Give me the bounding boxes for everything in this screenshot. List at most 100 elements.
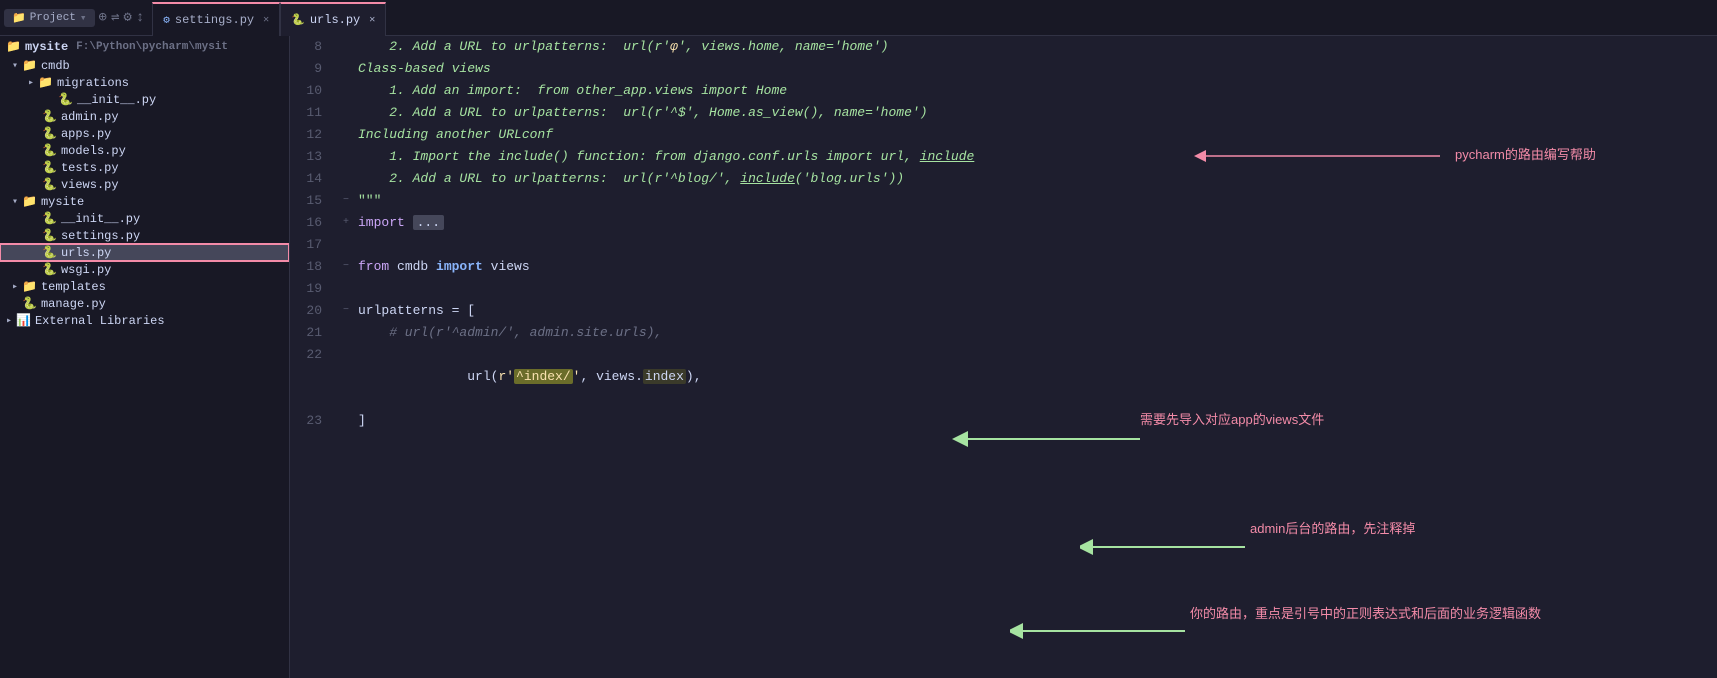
- toolbar-icon-1[interactable]: ⊕: [99, 9, 107, 26]
- toolbar-icon-3[interactable]: ⚙: [123, 9, 131, 26]
- fold-15[interactable]: −: [338, 190, 354, 212]
- code-line-23: 23 ]: [290, 410, 1717, 432]
- apps-file-icon: 🐍: [42, 126, 57, 141]
- tab-settings[interactable]: ⚙ settings.py ✕: [152, 2, 280, 36]
- init1-file-icon: 🐍: [58, 92, 73, 107]
- sidebar-item-manage[interactable]: 🐍 manage.py: [0, 295, 289, 312]
- tests-file-icon: 🐍: [42, 160, 57, 175]
- views-label: views.py: [61, 178, 119, 192]
- annotation-admin-comment: admin后台的路由，先注释掉: [1250, 518, 1415, 537]
- urls-file-label: urls.py: [61, 246, 111, 260]
- models-label: models.py: [61, 144, 126, 158]
- line-content-15: """: [354, 190, 1717, 212]
- code-line-20: 20 − urlpatterns = [: [290, 300, 1717, 322]
- init1-label: __init__.py: [77, 93, 156, 107]
- line-num-23: 23: [290, 410, 338, 432]
- line-content-18: from cmdb import views: [354, 256, 1717, 278]
- line-content-10: 1. Add an import: from other_app.views i…: [354, 80, 1717, 102]
- ext-libs-label: External Libraries: [35, 314, 165, 328]
- sidebar-item-apps[interactable]: 🐍 apps.py: [0, 125, 289, 142]
- code-editor[interactable]: 8 2. Add a URL to urlpatterns: url(r'φ',…: [290, 36, 1717, 678]
- templates-arrow-icon: ▸: [8, 281, 22, 293]
- line-num-16: 16: [290, 212, 338, 234]
- code-line-11: 11 2. Add a URL to urlpatterns: url(r'^$…: [290, 102, 1717, 124]
- line-content-8: 2. Add a URL to urlpatterns: url(r'φ', v…: [354, 36, 1717, 58]
- sidebar-item-models[interactable]: 🐍 models.py: [0, 142, 289, 159]
- sidebar-item-tests[interactable]: 🐍 tests.py: [0, 159, 289, 176]
- sidebar-item-migrations[interactable]: ▸ 📁 migrations: [0, 74, 289, 91]
- arrow-admin-comment: [1080, 532, 1255, 562]
- line-num-14: 14: [290, 168, 338, 190]
- sidebar-item-mysite-inner[interactable]: ▾ 📁 mysite: [0, 193, 289, 210]
- line-content-13: 1. Import the include() function: from d…: [354, 146, 1717, 168]
- project-icon: 📁: [12, 11, 26, 25]
- project-dropdown-icon: ▾: [80, 11, 87, 25]
- sidebar-item-init2[interactable]: 🐍 __init__.py: [0, 210, 289, 227]
- code-line-10: 10 1. Add an import: from other_app.view…: [290, 80, 1717, 102]
- line-num-11: 11: [290, 102, 338, 124]
- fold-18[interactable]: −: [338, 256, 354, 278]
- line-num-17: 17: [290, 234, 338, 256]
- sidebar-root: 📁 mysite F:\Python\pycharm\mysit: [0, 36, 289, 57]
- sidebar-item-ext-libs[interactable]: ▸ 📊 External Libraries: [0, 312, 289, 329]
- code-line-16: 16 + import ...: [290, 212, 1717, 234]
- line-content-23: ]: [354, 410, 1717, 432]
- line-content-19: [354, 278, 1717, 300]
- code-line-19: 19: [290, 278, 1717, 300]
- fold-20[interactable]: −: [338, 300, 354, 322]
- sidebar-item-templates[interactable]: ▸ 📁 templates: [0, 278, 289, 295]
- line-content-16: import ...: [354, 212, 1717, 234]
- sidebar-item-views[interactable]: 🐍 views.py: [0, 176, 289, 193]
- cmdb-folder-icon: 📁: [22, 58, 37, 73]
- project-tab[interactable]: 📁 Project ▾: [4, 9, 95, 27]
- line-num-9: 9: [290, 58, 338, 80]
- line-num-15: 15: [290, 190, 338, 212]
- code-line-15: 15 − """: [290, 190, 1717, 212]
- code-area: 8 2. Add a URL to urlpatterns: url(r'φ',…: [290, 36, 1717, 432]
- urls-tab-label: urls.py: [310, 13, 360, 27]
- line-content-22: url(r'^index/', views.index),: [354, 344, 1717, 410]
- line-num-19: 19: [290, 278, 338, 300]
- init2-label: __init__.py: [61, 212, 140, 226]
- line-content-14: 2. Add a URL to urlpatterns: url(r'^blog…: [354, 168, 1717, 190]
- toolbar-icon-2[interactable]: ⇌: [111, 9, 119, 26]
- sidebar-item-wsgi[interactable]: 🐍 wsgi.py: [0, 261, 289, 278]
- sidebar-item-cmdb[interactable]: ▾ 📁 cmdb: [0, 57, 289, 74]
- code-line-22: 22 url(r'^index/', views.index),: [290, 344, 1717, 410]
- code-line-21: 21 # url(r'^admin/', admin.site.urls),: [290, 322, 1717, 344]
- urls-close-icon[interactable]: ✕: [369, 14, 375, 26]
- sidebar: 📁 mysite F:\Python\pycharm\mysit ▾ 📁 cmd…: [0, 36, 290, 678]
- project-label: Project: [30, 12, 76, 24]
- line-num-18: 18: [290, 256, 338, 278]
- line-content-20: urlpatterns = [: [354, 300, 1717, 322]
- sidebar-item-urls-file[interactable]: 🐍 urls.py: [0, 244, 289, 261]
- ext-libs-icon: 📊: [16, 313, 31, 328]
- models-file-icon: 🐍: [42, 143, 57, 158]
- toolbar-icon-4[interactable]: ↕: [136, 10, 144, 26]
- sidebar-item-settings-file[interactable]: 🐍 settings.py: [0, 227, 289, 244]
- mysite-inner-folder-icon: 📁: [22, 194, 37, 209]
- admin-label: admin.py: [61, 110, 119, 124]
- templates-folder-icon: 📁: [22, 279, 37, 294]
- tab-urls[interactable]: 🐍 urls.py ✕: [280, 2, 386, 36]
- code-line-9: 9 Class-based views: [290, 58, 1717, 80]
- settings-file-tree-icon: 🐍: [42, 228, 57, 243]
- file-tree: ▾ 📁 cmdb ▸ 📁 migrations 🐍 __init__.py 🐍: [0, 57, 289, 329]
- sidebar-item-init1[interactable]: 🐍 __init__.py: [0, 91, 289, 108]
- line-num-22: 22: [290, 344, 338, 366]
- manage-label: manage.py: [41, 297, 106, 311]
- main-area: 📁 mysite F:\Python\pycharm\mysit ▾ 📁 cmd…: [0, 36, 1717, 678]
- line-num-12: 12: [290, 124, 338, 146]
- fold-16[interactable]: +: [338, 212, 354, 234]
- code-line-8: 8 2. Add a URL to urlpatterns: url(r'φ',…: [290, 36, 1717, 58]
- settings-close-icon[interactable]: ✕: [263, 14, 269, 26]
- line-num-10: 10: [290, 80, 338, 102]
- urls-file-icon: 🐍: [291, 13, 305, 27]
- urls-file-tree-icon: 🐍: [42, 245, 57, 260]
- ext-libs-arrow-icon: ▸: [2, 315, 16, 327]
- sidebar-item-admin[interactable]: 🐍 admin.py: [0, 108, 289, 125]
- line-content-17: [354, 234, 1717, 256]
- line-num-20: 20: [290, 300, 338, 322]
- wsgi-file-icon: 🐍: [42, 262, 57, 277]
- annotation-your-route: 你的路由，重点是引号中的正则表达式和后面的业务逻辑函数: [1190, 603, 1541, 622]
